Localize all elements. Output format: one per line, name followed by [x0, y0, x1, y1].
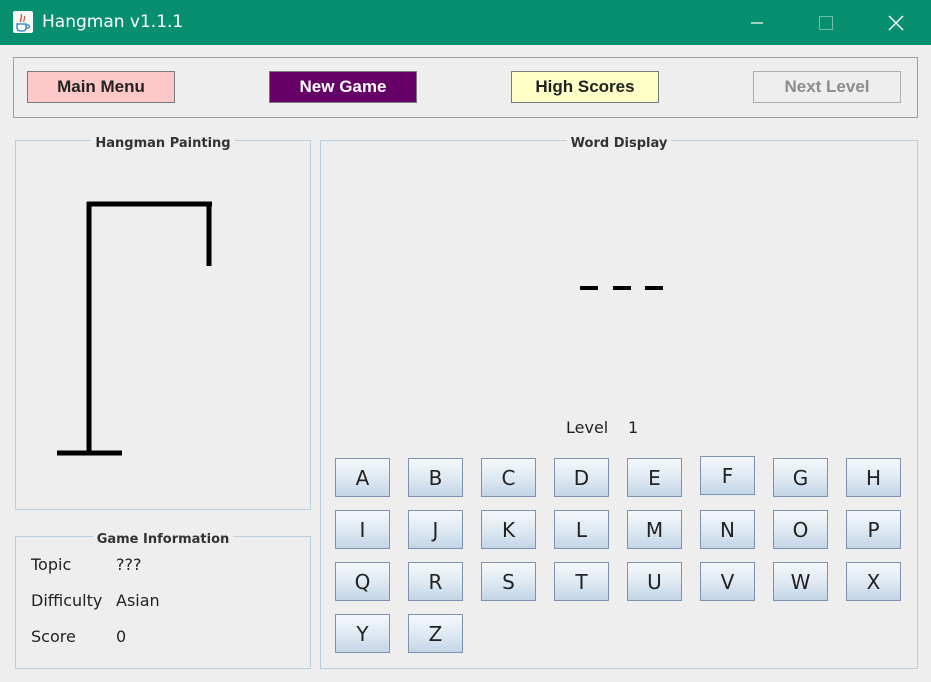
letter-button-z[interactable]: Z: [408, 614, 463, 653]
game-information-panel: Game Information Topic ??? Difficulty As…: [15, 532, 311, 669]
difficulty-label: Difficulty: [31, 591, 103, 610]
letter-button-e[interactable]: E: [627, 458, 682, 497]
high-scores-button[interactable]: High Scores: [511, 71, 659, 103]
maximize-button: [803, 0, 849, 45]
letter-button-r[interactable]: R: [408, 562, 463, 601]
letter-button-a[interactable]: A: [335, 458, 390, 497]
window-title: Hangman v1.1.1: [42, 12, 184, 32]
level-value: 1: [628, 418, 639, 437]
letter-button-h[interactable]: H: [846, 458, 901, 497]
level-label: Level: [566, 418, 609, 437]
letter-button-l[interactable]: L: [554, 510, 609, 549]
letter-button-q[interactable]: Q: [335, 562, 390, 601]
close-icon: [888, 15, 904, 30]
difficulty-value: Asian: [116, 591, 160, 610]
letter-button-c[interactable]: C: [481, 458, 536, 497]
topic-value: ???: [116, 555, 142, 574]
letter-button-b[interactable]: B: [408, 458, 463, 497]
letter-button-s[interactable]: S: [481, 562, 536, 601]
letter-button-i[interactable]: I: [335, 510, 390, 549]
letter-button-g[interactable]: G: [773, 458, 828, 497]
hangman-drawing: [57, 201, 212, 456]
letter-button-x[interactable]: X: [846, 562, 901, 601]
letter-button-p[interactable]: P: [846, 510, 901, 549]
letter-button-f[interactable]: F: [700, 456, 755, 495]
close-button[interactable]: [873, 0, 919, 45]
java-cup-icon: [13, 11, 33, 33]
score-label: Score: [31, 627, 76, 646]
letter-blank: [645, 286, 663, 290]
minimize-button[interactable]: [734, 0, 780, 45]
letter-blank: [613, 286, 631, 290]
letter-button-j[interactable]: J: [408, 510, 463, 549]
letter-button-n[interactable]: N: [700, 510, 755, 549]
letter-button-m[interactable]: M: [627, 510, 682, 549]
title-bar[interactable]: Hangman v1.1.1: [0, 0, 931, 45]
letter-button-d[interactable]: D: [554, 458, 609, 497]
info-panel-title: Game Information: [92, 532, 234, 547]
minimize-icon: [751, 21, 763, 24]
main-menu-button[interactable]: Main Menu: [27, 71, 175, 103]
maximize-icon: [819, 15, 833, 30]
letter-button-u[interactable]: U: [627, 562, 682, 601]
letter-button-t[interactable]: T: [554, 562, 609, 601]
word-blanks: [580, 286, 664, 290]
topic-label: Topic: [31, 555, 72, 574]
letter-blank: [580, 286, 598, 290]
new-game-button[interactable]: New Game: [269, 71, 417, 103]
letter-button-w[interactable]: W: [773, 562, 828, 601]
hangman-painting-panel: Hangman Painting: [15, 136, 311, 510]
toolbar: Main Menu New Game High Scores Next Leve…: [13, 57, 918, 118]
letter-button-o[interactable]: O: [773, 510, 828, 549]
word-panel-title: Word Display: [566, 136, 672, 151]
letter-button-v[interactable]: V: [700, 562, 755, 601]
score-value: 0: [116, 627, 127, 646]
letter-button-y[interactable]: Y: [335, 614, 390, 653]
letter-button-k[interactable]: K: [481, 510, 536, 549]
next-level-button: Next Level: [753, 71, 901, 103]
